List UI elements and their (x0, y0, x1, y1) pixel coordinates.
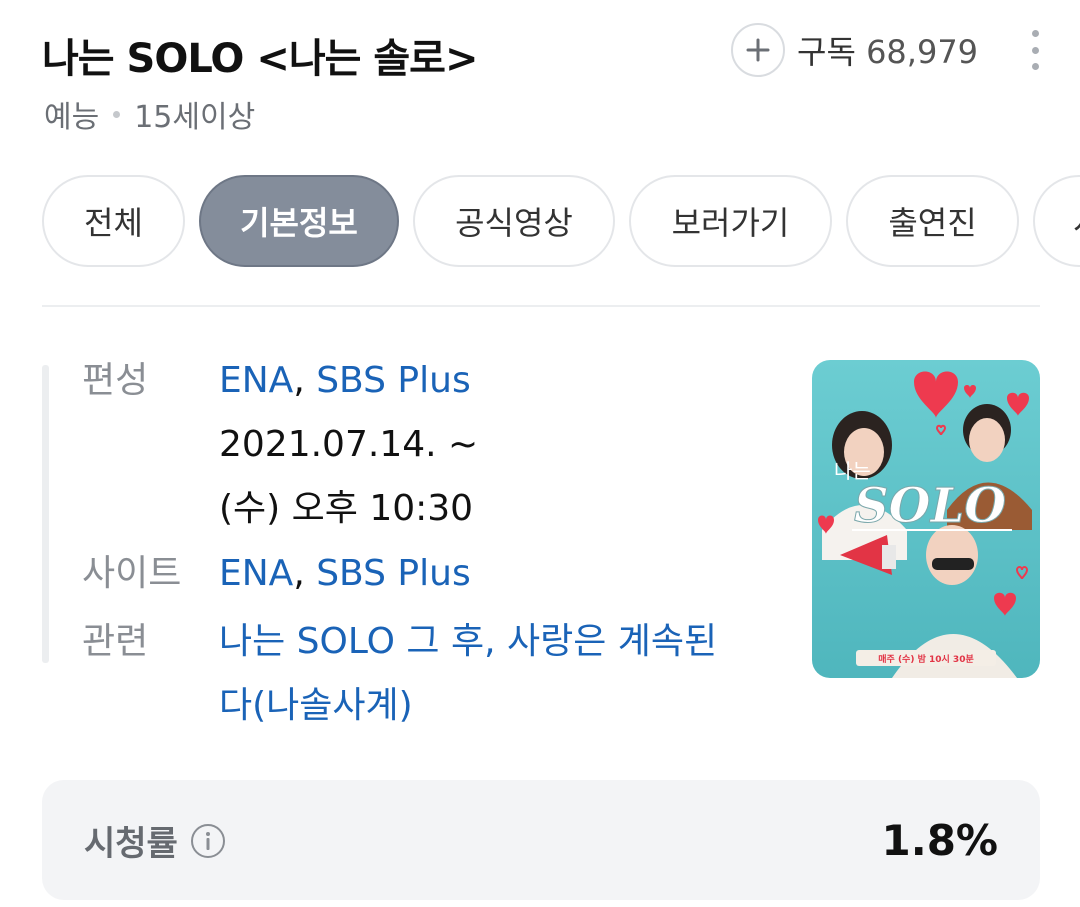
broadcast-label: 편성 (82, 360, 149, 401)
poster-image: 나는 SOLO 매주 (수) 밤 10시 30분 (812, 360, 1040, 678)
viewer-rating-card: 시청률 1.8% (42, 780, 1040, 900)
subscribe-label: 구독 (797, 33, 856, 71)
subscriber-count: 68,979 (866, 33, 979, 71)
broadcast-value: ENA, SBS Plus 2021.07.14. ~ (수) 오후 10:30 (219, 349, 759, 541)
poster-title-large: SOLO (854, 478, 1006, 534)
viewer-rating-value: 1.8% (881, 816, 998, 865)
broadcast-channel-link[interactable]: ENA (219, 360, 293, 401)
related-program-link[interactable]: 나는 SOLO 그 후, 사랑은 계속된 다(나솔사계) (219, 610, 759, 738)
related-label: 관련 (82, 621, 149, 662)
info-icon[interactable] (190, 823, 226, 859)
program-meta: 예능 15세이상 (44, 92, 255, 136)
plus-icon (746, 38, 770, 62)
poster-schedule: 매주 (수) 밤 10시 30분 (878, 653, 974, 665)
section-divider (42, 305, 1040, 307)
info-site-row: 사이트 ENA, SBS Plus (82, 542, 759, 606)
site-value: ENA, SBS Plus (219, 553, 471, 594)
viewer-rating-label-group: 시청률 (84, 816, 226, 865)
subscribe-control[interactable]: 구독 68,979 (731, 22, 978, 78)
info-accent-bar (42, 365, 49, 663)
viewer-rating-label: 시청률 (84, 824, 178, 864)
tab-all[interactable]: 전체 (42, 175, 185, 267)
info-broadcast-row: 편성 ENA, SBS Plus 2021.07.14. ~ (수) 오후 10… (82, 349, 759, 541)
program-info-page: 나는 SOLO <나는 솔로> 예능 15세이상 구독 68,979 전체 기본… (0, 0, 1080, 907)
site-label: 사이트 (82, 553, 182, 594)
site-channel-link[interactable]: SBS Plus (316, 553, 471, 594)
tab-more[interactable]: 시 (1033, 175, 1080, 267)
tab-bar: 전체 기본정보 공식영상 보러가기 출연진 시 (42, 175, 1080, 267)
info-related-row: 관련 나는 SOLO 그 후, 사랑은 계속된 다(나솔사계) (82, 610, 759, 738)
broadcast-channel-link[interactable]: SBS Plus (316, 360, 471, 401)
site-channel-link[interactable]: ENA (219, 553, 293, 594)
tab-basic-info[interactable]: 기본정보 (199, 175, 399, 267)
meta-separator-dot (113, 110, 121, 118)
subscriber-info: 구독 68,979 (797, 27, 978, 73)
more-options-icon[interactable] (1022, 30, 1048, 70)
tab-official-video[interactable]: 공식영상 (413, 175, 615, 267)
broadcast-date: 2021.07.14. ~ (219, 424, 479, 465)
broadcast-time: (수) 오후 10:30 (219, 488, 474, 529)
genre-label: 예능 (44, 100, 100, 135)
tab-cast[interactable]: 출연진 (846, 175, 1019, 267)
program-poster[interactable]: 나는 SOLO 매주 (수) 밤 10시 30분 (812, 360, 1040, 678)
program-title: 나는 SOLO <나는 솔로> (42, 36, 478, 82)
tab-watch[interactable]: 보러가기 (629, 175, 832, 267)
age-rating-label: 15세이상 (134, 100, 256, 135)
subscribe-button[interactable] (731, 23, 785, 77)
